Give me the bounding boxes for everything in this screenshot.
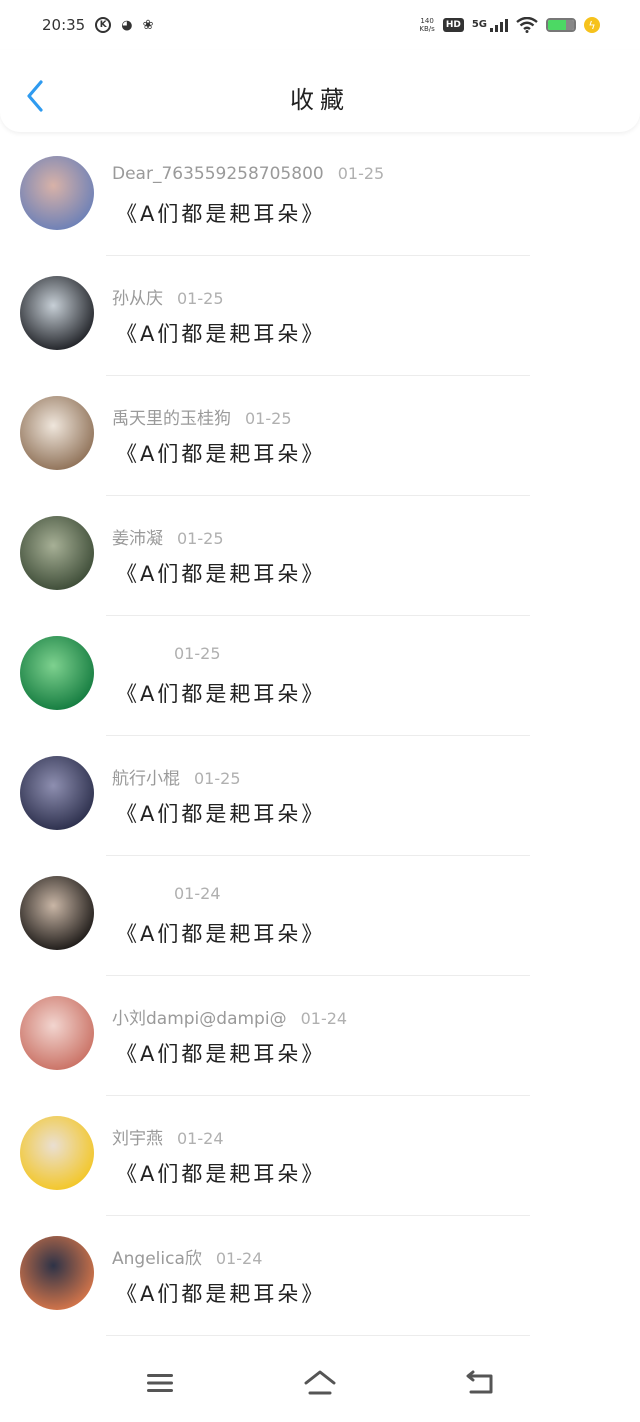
favorite-content[interactable]: 《A们都是耙耳朵》 [116,438,325,468]
favorite-date: 01-25 [177,529,224,548]
wifi-icon [516,17,538,33]
hd-icon: HD [442,18,464,32]
network-type: 5G [471,18,487,30]
avatar[interactable] [20,876,94,950]
favorite-date: 01-25 [337,164,385,183]
username[interactable]: 小刘dampi@dampi@ [112,1009,287,1029]
favorite-meta: 小刘dampi@dampi@ 01-24 [112,1004,347,1029]
paw-app-icon: ❀ [142,17,154,33]
favorite-meta: 禹天里的玉桂狗 01-25 [112,404,292,429]
favorite-item[interactable]: 禹天里的玉桂狗 01-25 《A们都是耙耳朵》 [0,376,640,496]
navigation-bar [0,1344,640,1422]
menu-button[interactable] [140,1363,180,1403]
notification-app-icon: ◕ [121,17,133,33]
avatar[interactable] [20,156,94,230]
favorite-date: 01-24 [174,884,221,903]
favorite-item[interactable]: Angelica欣 01-24 《A们都是耙耳朵》 [0,1216,640,1336]
favorite-date: 01-25 [245,409,292,428]
favorite-item[interactable]: 孙从庆 01-25 《A们都是耙耳朵》 [0,256,640,376]
charging-icon: ϟ [584,17,600,33]
network-speed-value: 140 [420,17,434,25]
favorite-date: 01-25 [194,769,241,788]
favorite-meta: 航行小棍 01-25 [112,764,241,789]
favorite-date: 01-24 [177,1129,224,1148]
favorite-content[interactable]: 《A们都是耙耳朵》 [116,1278,325,1308]
avatar[interactable] [20,996,94,1070]
avatar[interactable] [20,1116,94,1190]
favorite-meta: 孙从庆 01-25 [112,284,224,309]
avatar[interactable] [20,516,94,590]
avatar[interactable] [20,276,94,350]
favorite-meta: 刘宇燕 01-24 [112,1124,224,1149]
favorite-content[interactable]: 《A们都是耙耳朵》 [116,198,325,228]
favorite-item[interactable]: 姜沛凝 01-25 《A们都是耙耳朵》 [0,496,640,616]
favorite-meta: Dear_763559258705800 01-25 [112,164,384,184]
header: 收藏 [0,50,640,132]
username[interactable]: 姜沛凝 [112,529,163,549]
username[interactable]: 禹天里的玉桂狗 [112,409,231,429]
favorite-content[interactable]: 《A们都是耙耳朵》 [116,1158,325,1188]
back-nav-button[interactable] [460,1363,500,1403]
favorite-date: 01-25 [174,644,221,663]
status-left: 20:35 K ◕ ❀ [42,16,153,34]
favorite-meta: 01-25 [112,644,221,664]
favorite-content[interactable]: 《A们都是耙耳朵》 [116,318,325,348]
avatar[interactable] [20,636,94,710]
favorite-content[interactable]: 《A们都是耙耳朵》 [116,678,325,708]
favorite-date: 01-25 [177,289,224,308]
username[interactable]: 航行小棍 [112,769,180,789]
favorite-item[interactable]: 刘宇燕 01-24 《A们都是耙耳朵》 [0,1096,640,1216]
favorite-content[interactable]: 《A们都是耙耳朵》 [116,798,325,828]
battery-icon [546,18,576,32]
k-app-icon: K [95,17,112,33]
favorite-content[interactable]: 《A们都是耙耳朵》 [116,918,325,948]
favorite-content[interactable]: 《A们都是耙耳朵》 [116,1038,325,1068]
favorite-item[interactable]: 01-24 《A们都是耙耳朵》 [0,856,640,976]
username[interactable]: Dear_763559258705800 [112,164,324,184]
username[interactable]: 孙从庆 [112,289,163,309]
favorite-date: 01-24 [215,1249,263,1268]
status-right: 140 KB/s HD 5G ϟ [419,17,600,33]
signal-icon: 5G [471,18,508,32]
favorite-item[interactable]: 01-25 《A们都是耙耳朵》 [0,616,640,736]
favorite-meta: 姜沛凝 01-25 [112,524,224,549]
favorite-item[interactable]: 航行小棍 01-25 《A们都是耙耳朵》 [0,736,640,856]
username[interactable]: Angelica欣 [112,1249,202,1269]
home-icon [304,1370,336,1395]
network-speed-unit: KB/s [419,25,435,33]
avatar[interactable] [20,1236,94,1310]
avatar[interactable] [20,396,94,470]
favorites-list: Dear_763559258705800 01-25 《A们都是耙耳朵》 孙从庆 01-… [0,136,640,1336]
username[interactable]: 刘宇燕 [112,1129,163,1149]
back-icon [466,1370,493,1394]
favorite-date: 01-24 [300,1009,348,1028]
favorite-item[interactable]: 小刘dampi@dampi@ 01-24 《A们都是耙耳朵》 [0,976,640,1096]
avatar[interactable] [20,756,94,830]
page-title: 收藏 [290,86,350,114]
menu-icon [147,1374,173,1392]
home-button[interactable] [300,1363,340,1403]
divider [106,1335,530,1336]
network-speed: 140 KB/s [419,17,434,33]
favorite-content[interactable]: 《A们都是耙耳朵》 [116,558,325,588]
favorite-meta: Angelica欣 01-24 [112,1244,262,1269]
status-time: 20:35 [42,16,86,34]
favorite-meta: 01-24 [112,884,221,904]
status-bar: 20:35 K ◕ ❀ 140 KB/s HD 5G ϟ [0,0,640,50]
favorite-item[interactable]: Dear_763559258705800 01-25 《A们都是耙耳朵》 [0,136,640,256]
